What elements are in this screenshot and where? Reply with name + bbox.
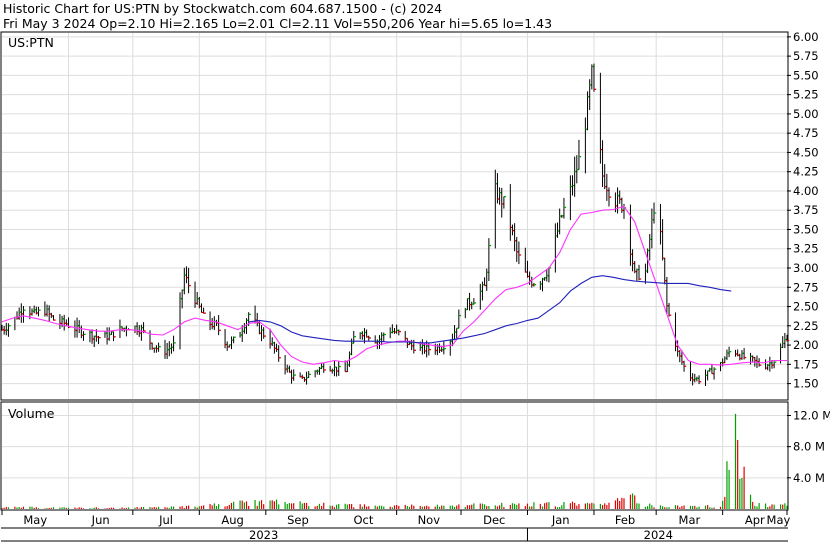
month-label: Jul [158,513,173,527]
price-tick-label: 3.25 [793,242,819,256]
month-label: Aug [221,513,243,527]
volume-panel-title: Volume [8,406,55,421]
price-tick-label: 3.75 [793,203,819,217]
price-tick-label: 5.75 [793,49,819,63]
volume-panel [0,401,789,511]
month-label: Apr [745,513,765,527]
price-tick-label: 3.50 [793,222,819,236]
month-label: Sep [287,513,309,527]
month-label: Oct [353,513,373,527]
price-panel-title: US:PTN [8,35,54,50]
price-tick-label: 4.25 [793,165,819,179]
stock-chart: 6.00 5.75 5.50 5.25 5.00 4.75 4.50 4.25 4.00 3.75… [0,30,830,542]
month-label: Nov [418,513,441,527]
month-label: Jun [91,513,110,527]
month-label: Jan [551,513,570,527]
month-label: Feb [615,513,635,527]
month-label: Mar [679,513,701,527]
volume-tick-label: 8.0 M [793,440,825,454]
price-tick-label: 2.50 [793,300,819,314]
price-tick-label: 2.25 [793,319,819,333]
price-tick-label: 5.50 [793,68,819,82]
price-tick-label: 5.00 [793,107,819,121]
price-tick-label: 6.00 [793,30,819,44]
month-label: May [767,513,791,527]
volume-tick-label: 12.0 M [793,408,830,422]
price-tick-label: 4.75 [793,126,819,140]
year-label: 2023 [249,528,278,542]
month-label: Dec [483,513,505,527]
price-tick-label: 5.25 [793,88,819,102]
month-label: May [23,513,47,527]
volume-tick-label: 4.0 M [793,471,825,485]
price-tick-label: 3.00 [793,261,819,275]
price-tick-label: 4.00 [793,184,819,198]
year-label: 2024 [644,528,673,542]
price-tick-label: 4.50 [793,145,819,159]
price-tick-label: 1.50 [793,377,819,391]
price-tick-label: 1.75 [793,357,819,371]
price-tick-label: 2.75 [793,280,819,294]
price-tick-label: 2.00 [793,338,819,352]
